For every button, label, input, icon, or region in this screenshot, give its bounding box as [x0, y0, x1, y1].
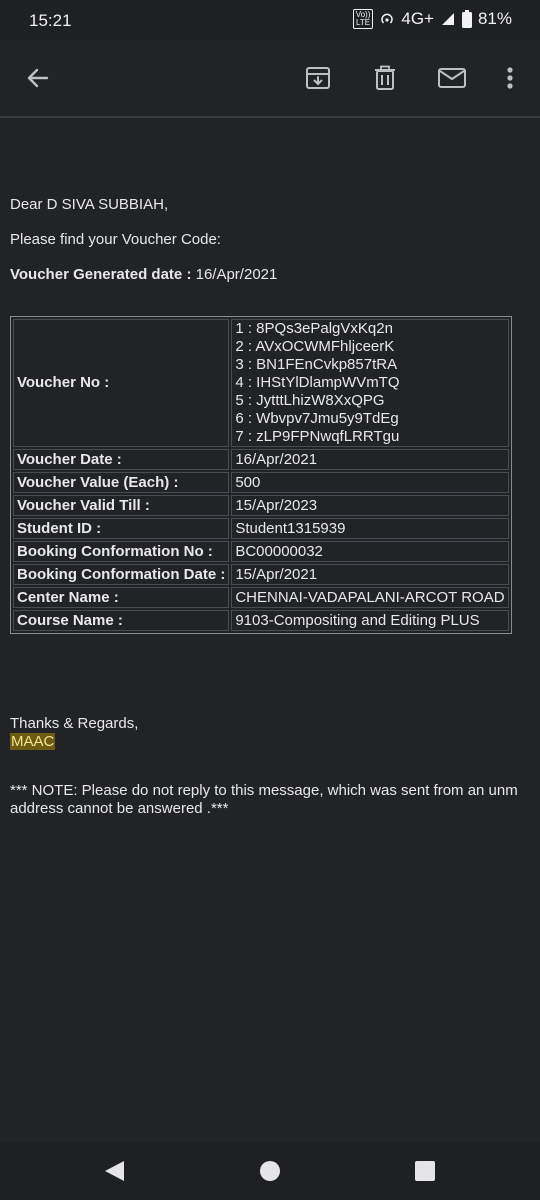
voucher-table: Voucher No : 1 : 8PQs3ePalgVxKq2n 2 : AV… [10, 316, 512, 634]
row-label: Student ID : [13, 518, 230, 539]
generated-date-line: Voucher Generated date : 16/Apr/2021 [10, 266, 277, 283]
network-type: 4G+ [401, 9, 434, 28]
row-label: Voucher Date : [13, 449, 230, 470]
table-row: Center Name : CHENNAI-VADAPALANI-ARCOT R… [13, 587, 509, 608]
note-line-2: address cannot be answered .*** [10, 800, 229, 817]
row-value: 15/Apr/2021 [231, 564, 509, 585]
voucher-code: 6 : Wbvpv7Jmu5y9TdEg [235, 410, 399, 427]
table-row: Voucher Valid Till : 15/Apr/2023 [13, 495, 509, 516]
back-arrow-icon [27, 68, 49, 88]
app-bar-divider [0, 116, 540, 118]
mark-unread-icon [438, 68, 466, 88]
row-label: Voucher Valid Till : [13, 495, 230, 516]
row-value: 9103-Compositing and Editing PLUS [231, 610, 509, 631]
more-vert-icon [507, 67, 513, 89]
signature: Thanks & Regards, MAAC [10, 715, 138, 751]
generated-date-value: 16/Apr/2021 [195, 266, 278, 283]
archive-button[interactable] [298, 58, 338, 98]
row-value: BC00000032 [231, 541, 509, 562]
table-row: Voucher No : 1 : 8PQs3ePalgVxKq2n 2 : AV… [13, 319, 509, 447]
regards-text: Thanks & Regards, [10, 715, 139, 732]
greeting: Dear D SIVA SUBBIAH, [10, 196, 169, 213]
nav-back-button[interactable] [99, 1156, 129, 1186]
row-label: Booking Conformation Date : [13, 564, 230, 585]
app-bar [0, 40, 540, 116]
voucher-code: 1 : 8PQs3ePalgVxKq2n [235, 320, 393, 337]
row-value: CHENNAI-VADAPALANI-ARCOT ROAD [231, 587, 509, 608]
nav-recents-icon [415, 1161, 435, 1181]
voucher-no-label: Voucher No : [13, 319, 230, 447]
nav-recents-button[interactable] [410, 1156, 440, 1186]
nav-back-icon [105, 1161, 124, 1181]
voucher-code: 4 : IHStYlDlampWVmTQ [235, 374, 400, 391]
table-row: Student ID : Student1315939 [13, 518, 509, 539]
row-value: 15/Apr/2023 [231, 495, 509, 516]
archive-icon [306, 67, 330, 89]
voucher-code: 5 : JytttLhizW8XxQPG [235, 392, 385, 409]
battery-percent: 81% [477, 9, 512, 28]
status-bar: 15:21 Vo)) LTE 4G+ 81% [0, 0, 540, 40]
row-label: Course Name : [13, 610, 230, 631]
table-row: Voucher Date : 16/Apr/2021 [13, 449, 509, 470]
table-row: Course Name : 9103-Compositing and Editi… [13, 610, 509, 631]
more-options-button[interactable] [490, 58, 530, 98]
nav-home-button[interactable] [255, 1156, 285, 1186]
sender-name: MAAC [10, 733, 56, 750]
volte-icon: Vo)) LTE [352, 9, 374, 29]
voucher-code: 3 : BN1FEnCvkp857tRA [235, 356, 398, 373]
table-row: Booking Conformation No : BC00000032 [13, 541, 509, 562]
signal-icon [441, 13, 454, 25]
voucher-codes-cell: 1 : 8PQs3ePalgVxKq2n 2 : AVxOCWMFhljceer… [231, 319, 509, 447]
battery-icon [461, 10, 472, 28]
intro-text: Please find your Voucher Code: [10, 231, 221, 248]
row-label: Booking Conformation No : [13, 541, 230, 562]
nav-home-icon [260, 1161, 280, 1181]
row-value: 500 [231, 472, 509, 493]
status-indicators: Vo)) LTE 4G+ 81% [352, 9, 512, 29]
voucher-code: 2 : AVxOCWMFhljceerK [235, 338, 395, 355]
hotspot-icon [381, 13, 394, 24]
generated-date-label: Voucher Generated date : [10, 266, 196, 283]
row-label: Voucher Value (Each) : [13, 472, 230, 493]
status-time: 15:21 [29, 11, 72, 30]
delete-button[interactable] [365, 58, 405, 98]
mark-unread-button[interactable] [432, 58, 472, 98]
row-value: Student1315939 [231, 518, 509, 539]
row-label: Center Name : [13, 587, 230, 608]
table-row: Booking Conformation Date : 15/Apr/2021 [13, 564, 509, 585]
voucher-code: 7 : zLP9FPNwqfLRRTgu [235, 428, 400, 445]
back-button[interactable] [18, 58, 58, 98]
delete-icon [375, 65, 395, 90]
row-value: 16/Apr/2021 [231, 449, 509, 470]
table-row: Voucher Value (Each) : 500 [13, 472, 509, 493]
note-line-1: *** NOTE: Please do not reply to this me… [10, 782, 518, 799]
navigation-bar [0, 1142, 540, 1200]
volte-bottom-text: LTE [355, 18, 371, 27]
note-text: *** NOTE: Please do not reply to this me… [10, 782, 540, 818]
